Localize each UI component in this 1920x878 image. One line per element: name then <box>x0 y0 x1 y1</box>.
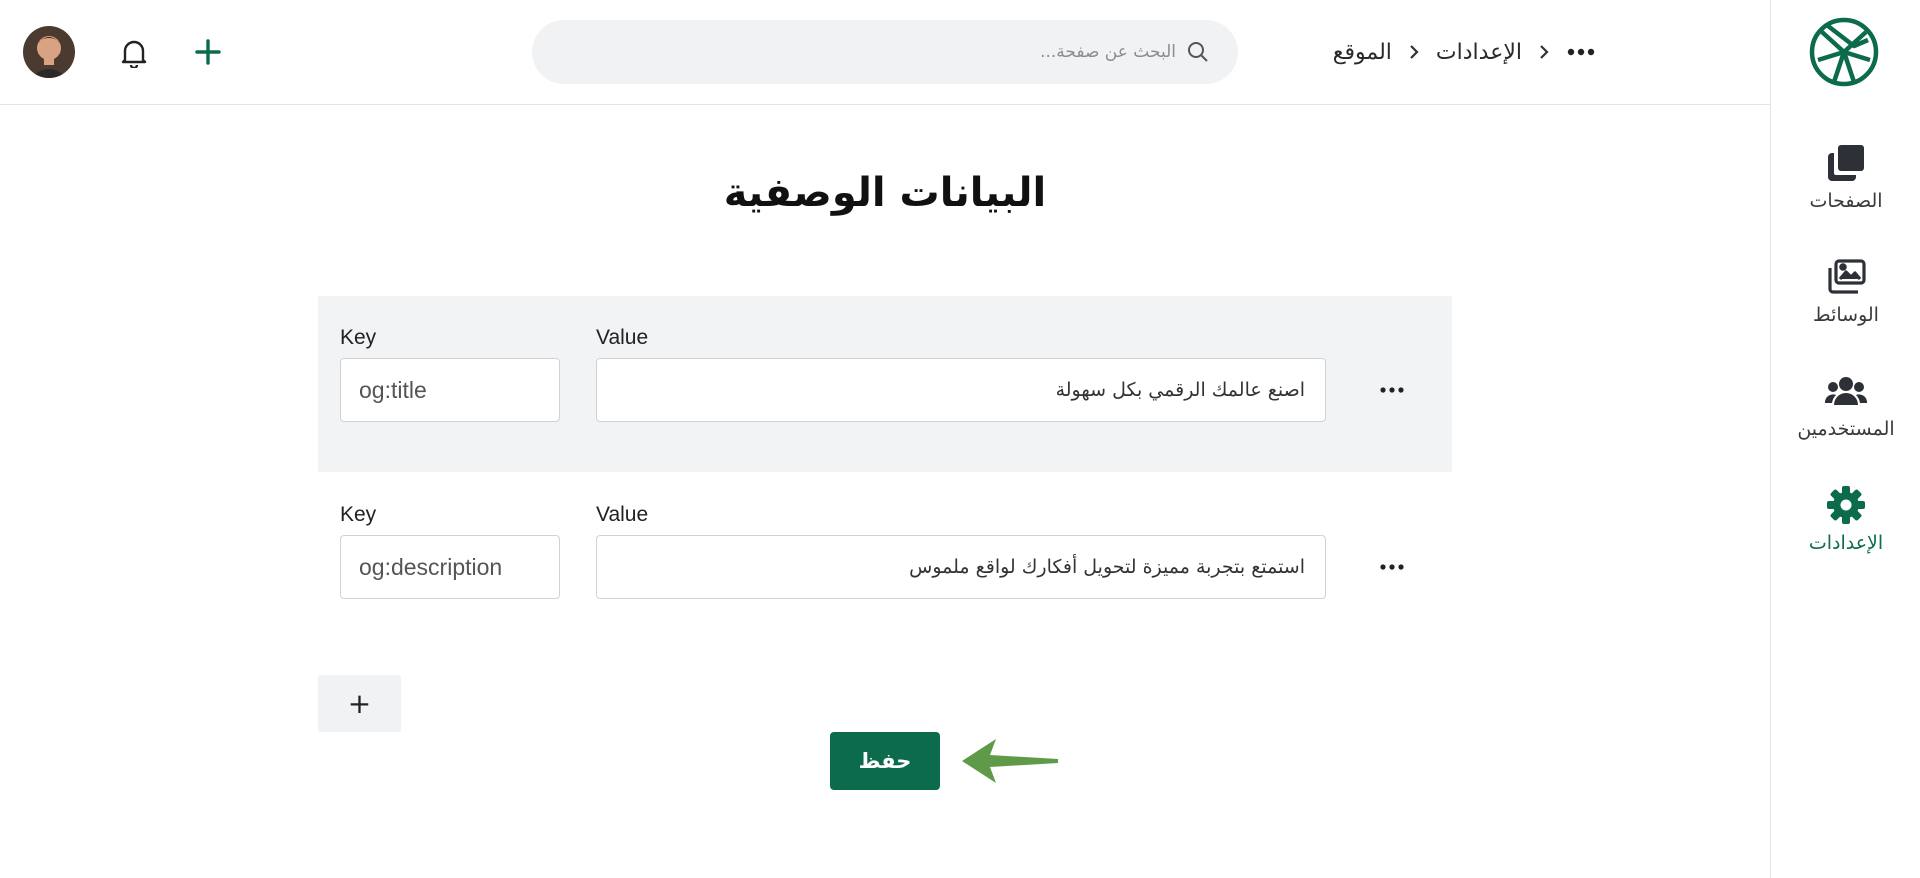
value-input[interactable]: اصنع عالمك الرقمي بكل سهولة <box>596 358 1326 422</box>
media-icon <box>1825 256 1867 298</box>
more-horizontal-icon[interactable] <box>1566 41 1596 63</box>
search-bar[interactable] <box>532 20 1238 84</box>
user-avatar[interactable] <box>23 26 75 78</box>
logo-icon[interactable] <box>1808 16 1880 88</box>
breadcrumb-site[interactable]: الموقع <box>1333 40 1392 65</box>
breadcrumb: الإعدادات الموقع <box>1333 28 1596 76</box>
chevron-right-icon <box>1406 41 1422 63</box>
save-button[interactable]: حفظ <box>830 732 940 790</box>
sidebar-item-label: الصفحات <box>1809 190 1883 212</box>
top-header: الإعدادات الموقع <box>0 0 1770 105</box>
breadcrumb-settings[interactable]: الإعدادات <box>1436 40 1522 65</box>
value-input[interactable]: استمتع بتجربة مميزة لتحويل أفكارك لواقع … <box>596 535 1326 599</box>
sidebar-item-settings[interactable]: الإعدادات <box>1771 484 1920 554</box>
sidebar: الصفحات الوسائط المستخدمين الإعدادات <box>1770 0 1920 878</box>
metadata-row: Key Value og:title اصنع عالمك الرقمي بكل… <box>318 296 1452 472</box>
key-label: Key <box>340 326 377 349</box>
chevron-right-icon <box>1536 41 1552 63</box>
search-input[interactable] <box>576 42 1176 62</box>
sidebar-item-pages[interactable]: الصفحات <box>1771 142 1920 212</box>
row-more-icon[interactable] <box>1374 378 1410 402</box>
sidebar-item-media[interactable]: الوسائط <box>1771 256 1920 326</box>
metadata-row: Key Value og:description استمتع بتجربة م… <box>318 473 1452 649</box>
search-icon <box>1184 38 1212 66</box>
bell-icon[interactable] <box>118 36 150 70</box>
key-input[interactable]: og:title <box>340 358 560 422</box>
users-icon <box>1825 370 1867 412</box>
row-more-icon[interactable] <box>1374 555 1410 579</box>
value-label: Value <box>596 503 649 526</box>
arrow-left-icon <box>962 739 1058 783</box>
value-label: Value <box>596 326 649 349</box>
pages-icon <box>1825 142 1867 184</box>
page-title: البيانات الوصفية <box>723 170 1047 216</box>
sidebar-item-label: المستخدمين <box>1797 418 1895 440</box>
key-label: Key <box>340 503 377 526</box>
key-input[interactable]: og:description <box>340 535 560 599</box>
sidebar-item-label: الإعدادات <box>1808 532 1884 554</box>
gear-icon <box>1825 484 1867 526</box>
sidebar-item-label: الوسائط <box>1813 304 1879 326</box>
add-row-button[interactable]: + <box>318 675 401 732</box>
sidebar-item-users[interactable]: المستخدمين <box>1771 370 1920 440</box>
add-icon[interactable] <box>192 36 224 68</box>
